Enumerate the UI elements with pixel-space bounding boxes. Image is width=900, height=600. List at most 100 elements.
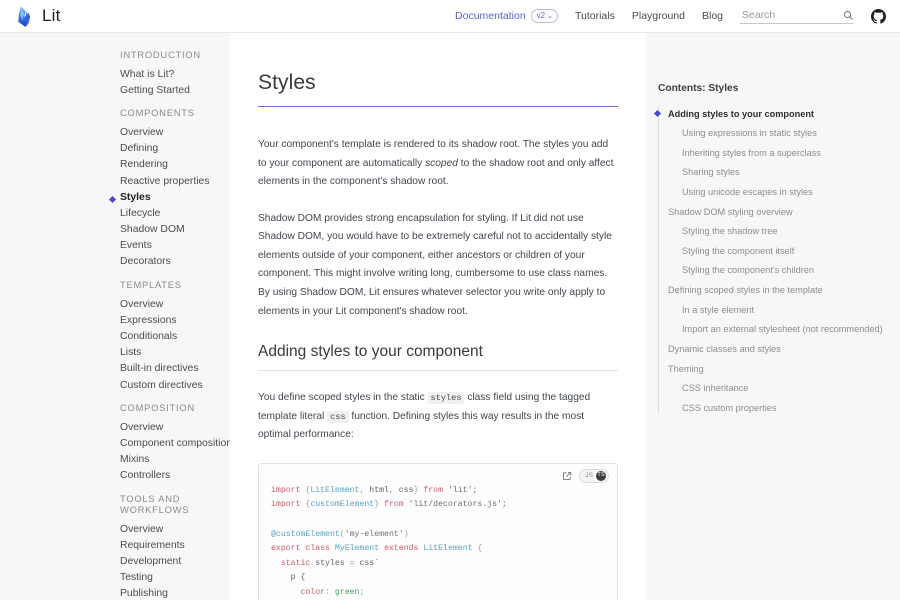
nav-link-tutorials[interactable]: Tutorials	[575, 10, 615, 22]
toc-item[interactable]: In a style element	[668, 300, 890, 320]
sidebar-item-getting-started[interactable]: Getting Started	[0, 82, 230, 98]
version-selector[interactable]: v2 ⌄	[531, 9, 558, 23]
code-token: 'lit/decorators.js';	[404, 500, 507, 509]
code-block: JS TS import {LitElement, html, css} fro…	[258, 463, 618, 600]
sidebar-item-events[interactable]: Events	[0, 238, 230, 254]
content-wrap: Styles Your component's template is rend…	[230, 33, 900, 600]
code-token: LitElement	[423, 544, 472, 553]
sidebar-section: COMPOSITIONOverviewComponent composition…	[0, 402, 230, 484]
intro-paragraph: Your component's template is rendered to…	[258, 136, 618, 192]
sidebar-item-overview[interactable]: Overview	[0, 521, 230, 537]
sidebar-item-lifecycle[interactable]: Lifecycle	[0, 205, 230, 221]
sidebar-item-overview[interactable]: Overview	[0, 419, 230, 435]
code-token: MyElement	[335, 544, 379, 553]
code-token: }	[414, 486, 424, 495]
article: Styles Your component's template is rend…	[230, 33, 646, 600]
section-divider	[258, 370, 618, 371]
sidebar-item-what-is-lit[interactable]: What is Lit?	[0, 66, 230, 82]
nav-link-playground[interactable]: Playground	[632, 10, 685, 22]
toc-item[interactable]: Styling the component itself	[668, 241, 890, 261]
sidebar-item-lists[interactable]: Lists	[0, 345, 230, 361]
toc-item[interactable]: CSS inheritance	[668, 379, 890, 399]
code-token: import	[271, 500, 300, 509]
toc-item[interactable]: Inheriting styles from a superclass	[668, 143, 890, 163]
code-token: extends	[384, 544, 418, 553]
language-js-label[interactable]: JS	[585, 472, 593, 479]
sidebar-item-expressions[interactable]: Expressions	[0, 312, 230, 328]
sidebar-item-overview[interactable]: Overview	[0, 124, 230, 140]
code-token: from	[384, 500, 404, 509]
version-label: v2	[537, 11, 545, 21]
sidebar-item-reactive-properties[interactable]: Reactive properties	[0, 173, 230, 189]
sidebar-item-built-in-directives[interactable]: Built-in directives	[0, 361, 230, 377]
brand-logo-link[interactable]: Lit	[16, 6, 61, 27]
brand-name: Lit	[42, 6, 61, 26]
code-token: @customElement	[271, 530, 340, 539]
sidebar-item-styles[interactable]: Styles	[0, 189, 230, 205]
code-token: static	[281, 559, 310, 568]
code-token	[271, 588, 300, 597]
sidebar-item-custom-directives[interactable]: Custom directives	[0, 377, 230, 393]
sidebar-item-decorators[interactable]: Decorators	[0, 254, 230, 270]
intro-emphasis: scoped	[425, 158, 458, 169]
sidebar-item-mixins[interactable]: Mixins	[0, 452, 230, 468]
code-token: ,	[359, 486, 369, 495]
toc-item[interactable]: Theming	[668, 359, 890, 379]
table-of-contents: Contents: Styles Adding styles to your c…	[646, 33, 900, 600]
code-token	[271, 559, 281, 568]
code-token: customElement	[310, 500, 374, 509]
search-box[interactable]	[740, 8, 854, 24]
sidebar-section: COMPONENTSOverviewDefiningRenderingReact…	[0, 107, 230, 270]
code-token: css	[399, 486, 414, 495]
sidebar-section: TEMPLATESOverviewExpressionsConditionals…	[0, 279, 230, 393]
inline-code-css: css	[327, 411, 348, 423]
github-icon[interactable]	[871, 9, 886, 24]
toc-item[interactable]: Styling the component's children	[668, 261, 890, 281]
sidebar-item-requirements[interactable]: Requirements	[0, 537, 230, 553]
sidebar-item-rendering[interactable]: Rendering	[0, 157, 230, 173]
code-token: 'my-element'	[345, 530, 404, 539]
external-link-icon[interactable]	[562, 471, 572, 481]
toc-item[interactable]: Shadow DOM styling overview	[668, 202, 890, 222]
toc-item[interactable]: Defining scoped styles in the template	[668, 280, 890, 300]
code-token: {	[300, 500, 310, 509]
toc-item[interactable]: Styling the shadow tree	[668, 222, 890, 242]
nav-link-documentation[interactable]: Documentation	[455, 10, 526, 22]
toc-item[interactable]: Import an external stylesheet (not recom…	[668, 320, 890, 340]
sidebar-item-controllers[interactable]: Controllers	[0, 468, 230, 484]
code-toolbar: JS TS	[562, 469, 609, 483]
chevron-down-icon: ⌄	[547, 13, 553, 20]
main-nav: Documentation v2 ⌄ Tutorials Playground …	[455, 8, 886, 24]
toc-item[interactable]: Using unicode escapes in styles	[668, 182, 890, 202]
code-token: p {	[271, 573, 305, 582]
sidebar-item-testing[interactable]: Testing	[0, 570, 230, 586]
section-heading-adding-styles: Adding styles to your component	[258, 343, 618, 361]
sidebar-item-shadow-dom[interactable]: Shadow DOM	[0, 222, 230, 238]
code-token: {	[473, 544, 483, 553]
toc-item[interactable]: Sharing styles	[668, 163, 890, 183]
toc-title: Contents: Styles	[658, 83, 890, 94]
toc-item[interactable]: Adding styles to your component	[668, 104, 890, 124]
sidebar-section-title: COMPONENTS	[0, 107, 230, 124]
sidebar-section: TOOLS AND WORKFLOWSOverviewRequirementsD…	[0, 493, 230, 600]
shadow-dom-paragraph: Shadow DOM provides strong encapsulation…	[258, 210, 618, 321]
sidebar-item-development[interactable]: Development	[0, 553, 230, 569]
toc-item[interactable]: CSS custom properties	[668, 398, 890, 418]
toc-item[interactable]: Using expressions in static styles	[668, 124, 890, 144]
sidebar-item-conditionals[interactable]: Conditionals	[0, 328, 230, 344]
title-divider	[258, 106, 618, 107]
language-toggle[interactable]: JS TS	[579, 469, 609, 483]
toc-item[interactable]: Dynamic classes and styles	[668, 339, 890, 359]
sidebar-item-publishing[interactable]: Publishing	[0, 586, 230, 600]
sidebar-item-overview[interactable]: Overview	[0, 296, 230, 312]
sidebar-section-title: TEMPLATES	[0, 279, 230, 296]
language-ts-label[interactable]: TS	[596, 471, 606, 481]
search-input[interactable]	[740, 8, 843, 22]
sidebar-item-component-composition[interactable]: Component composition	[0, 435, 230, 451]
sidebar-item-defining[interactable]: Defining	[0, 141, 230, 157]
code-token: ,	[389, 486, 399, 495]
search-icon[interactable]	[843, 10, 854, 21]
code-token: html	[369, 486, 389, 495]
code-token: export	[271, 544, 300, 553]
nav-link-blog[interactable]: Blog	[702, 10, 723, 22]
